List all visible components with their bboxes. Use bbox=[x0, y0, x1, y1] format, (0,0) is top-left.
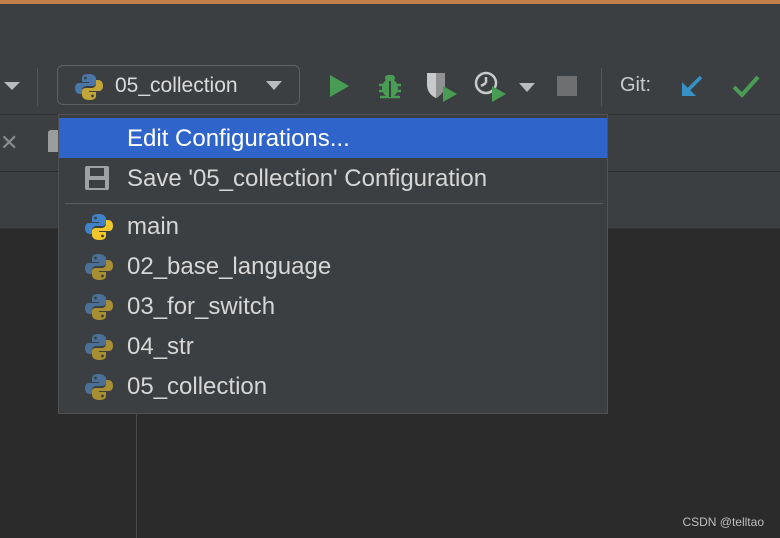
python-icon bbox=[84, 293, 114, 326]
menu-item-label: main bbox=[127, 213, 180, 240]
config-item-02-base-language[interactable]: 02_base_language bbox=[59, 246, 607, 286]
save-icon bbox=[84, 165, 110, 196]
python-icon bbox=[84, 333, 114, 366]
menu-item-label: 05_collection bbox=[127, 373, 268, 400]
chevron-down-icon[interactable] bbox=[4, 82, 20, 90]
python-icon bbox=[84, 373, 114, 406]
title-strip bbox=[0, 4, 780, 60]
config-item-main[interactable]: main bbox=[59, 206, 607, 246]
run-config-selector[interactable]: 05_collection bbox=[57, 65, 300, 105]
git-commit-checkmark-icon[interactable] bbox=[731, 73, 761, 104]
save-configuration-item[interactable]: Save '05_collection' Configuration bbox=[59, 158, 607, 198]
git-update-icon[interactable] bbox=[679, 73, 705, 104]
menu-item-label: Save '05_collection' Configuration bbox=[127, 165, 488, 192]
menu-item-label: 03_for_switch bbox=[127, 293, 276, 320]
python-icon bbox=[84, 213, 114, 246]
config-item-03-for-switch[interactable]: 03_for_switch bbox=[59, 286, 607, 326]
profiler-icon[interactable] bbox=[473, 70, 509, 107]
debug-icon[interactable] bbox=[376, 72, 404, 105]
config-item-04-str[interactable]: 04_str bbox=[59, 326, 607, 366]
menu-item-label: Edit Configurations... bbox=[127, 125, 350, 152]
coverage-icon[interactable] bbox=[425, 70, 459, 107]
menu-separator bbox=[65, 203, 603, 204]
menu-item-label: 04_str bbox=[127, 333, 194, 360]
menu-item-label: 02_base_language bbox=[127, 253, 332, 280]
watermark: CSDN @telltao bbox=[682, 515, 764, 529]
git-label: Git: bbox=[620, 74, 652, 96]
toolbar-separator bbox=[37, 68, 38, 106]
run-config-label: 05_collection bbox=[115, 74, 238, 97]
run-config-dropdown: Edit Configurations... Save '05_collecti… bbox=[58, 114, 608, 414]
toolbar-separator bbox=[601, 68, 602, 106]
run-icon[interactable] bbox=[327, 73, 351, 104]
config-item-05-collection[interactable]: 05_collection bbox=[59, 366, 607, 406]
close-icon[interactable]: ✕ bbox=[0, 130, 18, 156]
stop-icon[interactable] bbox=[557, 76, 577, 96]
python-icon bbox=[74, 73, 104, 106]
chevron-down-icon bbox=[266, 81, 282, 90]
more-run-options-chevron-icon[interactable] bbox=[519, 83, 535, 92]
python-icon bbox=[84, 253, 114, 286]
edit-configurations-item[interactable]: Edit Configurations... bbox=[59, 118, 607, 158]
